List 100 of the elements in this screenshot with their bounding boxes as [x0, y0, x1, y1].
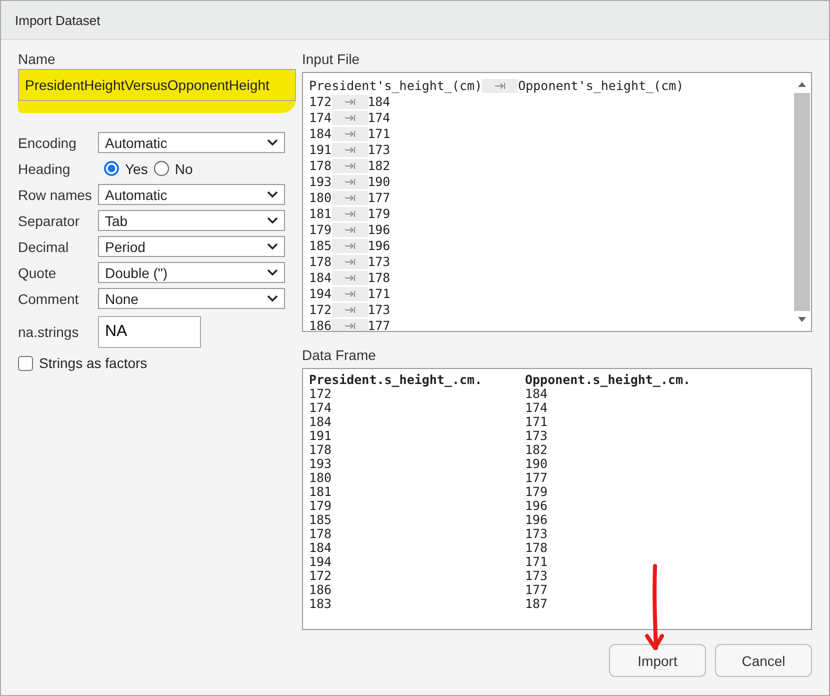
radio-button[interactable] — [104, 161, 119, 176]
tab-icon — [332, 95, 368, 109]
code-text: 173 — [368, 302, 390, 318]
table-cell-text: 190 — [525, 457, 549, 471]
option-label: Encoding — [18, 134, 78, 150]
tab-icon — [332, 207, 368, 221]
dropdown[interactable]: Tab — [98, 210, 285, 231]
code-text: 186 — [309, 318, 332, 331]
scroll-down-icon[interactable] — [797, 317, 807, 323]
name-field[interactable]: PresidentHeightVersusOpponentHeight — [18, 69, 296, 101]
tab-icon — [332, 271, 368, 285]
tab-icon — [332, 255, 368, 269]
table-cell-text: 183 — [309, 597, 333, 611]
code-text: 191 — [309, 142, 332, 158]
code-text: 184 — [368, 94, 390, 110]
tab-icon — [332, 303, 368, 317]
table-cell-text: 178 — [525, 541, 549, 555]
chevron-down-icon — [267, 295, 278, 302]
code-text: 178 — [309, 254, 332, 270]
dropdown[interactable]: Period — [98, 236, 285, 257]
table-cell-text: 187 — [525, 597, 549, 611]
name-label: Name — [18, 51, 56, 67]
tab-icon — [332, 111, 368, 125]
checkbox[interactable] — [18, 356, 33, 370]
chevron-down-icon — [267, 191, 278, 198]
tab-icon — [332, 191, 368, 205]
code-text: Opponent's_height_(cm) — [518, 78, 684, 94]
import-button[interactable]: Import — [609, 644, 706, 677]
tab-icon — [332, 143, 368, 157]
table-cell-text: 171 — [525, 555, 549, 569]
option-label: na.strings — [18, 324, 80, 340]
code-text: 178 — [309, 158, 332, 174]
tab-icon — [332, 175, 368, 189]
table-cell-text: 191 — [309, 429, 333, 443]
table-cell-text: 173 — [525, 527, 549, 541]
table-cell-text: 185 — [309, 513, 333, 527]
radio-button[interactable] — [154, 161, 169, 176]
code-text: 173 — [368, 142, 390, 158]
tab-icon — [332, 319, 368, 331]
option-label: Heading — [18, 160, 72, 176]
table-cell-text: 196 — [525, 513, 549, 527]
code-text: 184 — [309, 126, 332, 142]
tab-icon — [332, 159, 368, 173]
tab-icon — [482, 79, 518, 93]
table-cell-text: 173 — [525, 569, 549, 583]
table-cell-text: 184 — [309, 541, 333, 555]
code-text: 179 — [368, 206, 390, 222]
table-cell-text: 179 — [525, 485, 549, 499]
table-cell-text: 194 — [309, 555, 333, 569]
code-text: 179 — [309, 222, 332, 238]
section-title: Data Frame — [302, 347, 377, 363]
table-cell-text: 174 — [309, 401, 333, 415]
code-text: 196 — [368, 222, 390, 238]
code-text: 177 — [368, 190, 390, 206]
column-header: President.s_height_.cm. — [309, 373, 484, 387]
chevron-down-icon — [267, 217, 278, 224]
table-cell-text: 172 — [309, 387, 332, 401]
chevron-down-icon — [267, 269, 278, 276]
code-text: 182 — [368, 158, 390, 174]
option-label: Decimal — [18, 238, 70, 254]
table-cell-text: 173 — [525, 429, 549, 443]
code-text: 177 — [368, 318, 390, 331]
table-cell-text: 184 — [309, 415, 333, 429]
window-title: Import Dataset — [15, 12, 100, 28]
option-label: Comment — [18, 290, 80, 306]
table-cell-text: 193 — [309, 457, 333, 471]
table-cell-text: 186 — [309, 583, 333, 597]
code-text: 181 — [309, 206, 332, 222]
code-text: 172 — [309, 94, 332, 110]
option-label: Quote — [18, 264, 58, 280]
dropdown[interactable]: None — [98, 288, 285, 309]
table-cell-text: 171 — [525, 415, 549, 429]
dropdown[interactable]: Automatic — [98, 132, 285, 153]
tab-icon — [332, 223, 368, 237]
radio-label[interactable]: Yes — [125, 160, 148, 176]
table-cell-text: 184 — [525, 387, 548, 401]
section-title: Input File — [302, 51, 361, 67]
option-label: Row names — [18, 186, 93, 202]
code-text: 171 — [368, 126, 390, 142]
scrollbar-thumb[interactable] — [794, 93, 810, 311]
checkbox-label[interactable]: Strings as factors — [39, 355, 148, 371]
table-cell-text: 180 — [309, 471, 333, 485]
text-field[interactable]: NA — [98, 316, 201, 348]
table-cell-text: 182 — [525, 443, 549, 457]
code-text: 196 — [368, 238, 390, 254]
code-text: 194 — [309, 286, 332, 302]
table-cell-text: 178 — [309, 443, 333, 457]
chevron-down-icon — [267, 243, 278, 250]
dropdown[interactable]: Double (") — [98, 262, 285, 283]
code-text: 171 — [368, 286, 390, 302]
code-text: 190 — [368, 174, 390, 190]
chevron-down-icon — [267, 139, 278, 146]
dropdown[interactable]: Automatic — [98, 184, 285, 205]
cancel-button[interactable]: Cancel — [715, 644, 812, 677]
code-text: 180 — [309, 190, 332, 206]
scroll-up-icon[interactable] — [797, 81, 807, 87]
table-cell-text: 181 — [309, 485, 333, 499]
radio-label[interactable]: No — [174, 160, 193, 176]
code-text: 172 — [309, 302, 332, 318]
code-text: 173 — [368, 254, 390, 270]
